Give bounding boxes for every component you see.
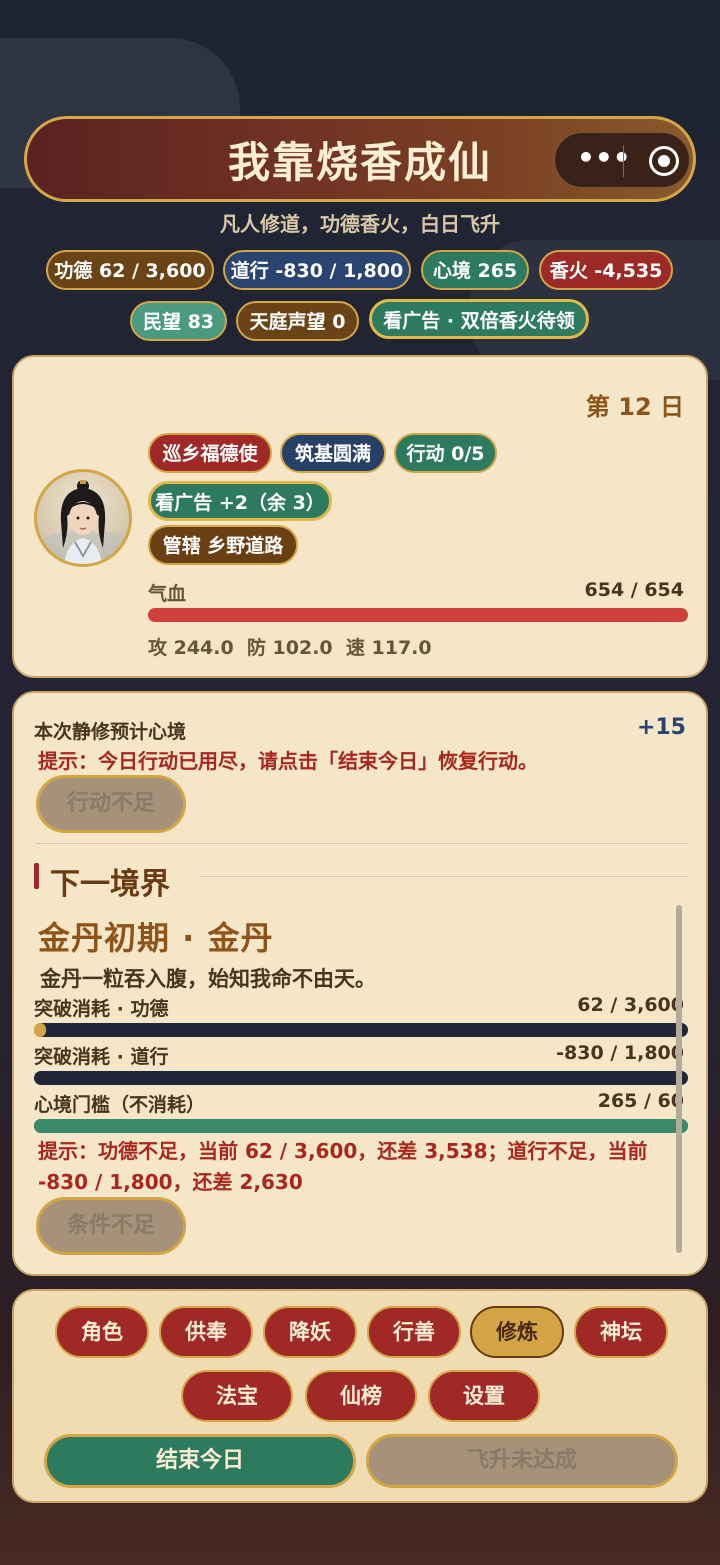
hp-bar-track (148, 608, 688, 622)
domain-tag: 管辖 乡野道路 (148, 525, 298, 565)
breakthrough-hint: 提示：功德不足，当前 62 / 3,600，还差 3,538；道行不足，当前 -… (38, 1139, 648, 1194)
ad-extra-action-button[interactable]: 看广告 +2（余 3） (148, 481, 332, 521)
ascend-button[interactable]: 飞升未达成 (366, 1434, 678, 1488)
nav-ranking-button[interactable]: 仙榜 (305, 1370, 417, 1422)
close-target-icon[interactable] (649, 146, 679, 176)
nav-demon-button[interactable]: 降妖 (263, 1306, 357, 1358)
ad-double-incense-button[interactable]: 看广告 · 双倍香火待领 (369, 299, 589, 339)
combat-attributes: 攻 244.0 防 102.0 速 117.0 (148, 637, 432, 659)
title-tag: 巡乡福德使 (148, 433, 272, 473)
dao-cost-value: -830 / 1,800 (556, 1042, 684, 1064)
divider (36, 843, 688, 844)
avatar-portrait (37, 480, 129, 564)
bottom-nav-panel: 角色 供奉 降妖 行善 修炼 神坛 法宝 仙榜 设置 结束今日 飞升未达成 (12, 1289, 708, 1503)
day-counter: 第 12 日 (585, 393, 684, 421)
character-card: 第 12 日 巡乡福德使 筑基圆满 行动 0/5 看广告 +2（余 3） 管辖 … (12, 355, 708, 678)
end-day-button[interactable]: 结束今日 (44, 1434, 356, 1488)
avatar[interactable] (34, 469, 132, 567)
nav-altar-button[interactable]: 神坛 (574, 1306, 668, 1358)
preview-label: 本次静修预计心境 (34, 721, 187, 743)
dao-cost-label: 突破消耗 · 道行 (34, 1046, 169, 1068)
mind-threshold-bar (34, 1119, 688, 1133)
merit-stat: 功德 62 / 3,600 (46, 250, 214, 290)
section-title-line (200, 876, 688, 877)
merit-cost-value: 62 / 3,600 (577, 994, 684, 1016)
hp-value: 654 / 654 (584, 579, 685, 601)
nav-settings-button[interactable]: 设置 (428, 1370, 540, 1422)
section-title: 下一境界 (50, 867, 170, 902)
incense-stat: 香火 -4,535 (539, 250, 673, 290)
mind-threshold-fill (34, 1119, 688, 1133)
realm-tag: 筑基圆满 (280, 433, 386, 473)
mind-stat: 心境 265 (421, 250, 529, 290)
dao-stat: 道行 -830 / 1,800 (223, 250, 411, 290)
dao-cost-bar (34, 1071, 688, 1085)
realm-quote: 金丹一粒吞入腹，始知我命不由天。 (40, 967, 376, 991)
preview-value: +15 (636, 715, 686, 740)
merit-cost-bar (34, 1023, 688, 1037)
hp-bar-fill (148, 608, 688, 622)
app-subtitle: 凡人修道，功德香火，白日飞升 (220, 212, 500, 236)
heaven-stat: 天庭声望 0 (236, 301, 359, 341)
merit-cost-label: 突破消耗 · 功德 (34, 998, 169, 1020)
cultivation-card: 本次静修预计心境 +15 提示：今日行动已用尽，请点击「结束今日」恢复行动。 行… (12, 691, 708, 1276)
section-marker (34, 863, 39, 889)
hp-label: 气血 (148, 583, 187, 605)
nav-offering-button[interactable]: 供奉 (159, 1306, 253, 1358)
nav-charity-button[interactable]: 行善 (367, 1306, 461, 1358)
mind-threshold-label: 心境门槛（不消耗） (34, 1094, 206, 1116)
nav-cultivate-button[interactable]: 修炼 (470, 1306, 564, 1358)
scrollbar[interactable] (676, 905, 682, 1253)
mini-program-capsule: ••• (554, 132, 690, 188)
action-hint: 提示：今日行动已用尽，请点击「结束今日」恢复行动。 (38, 749, 538, 773)
next-realm-name: 金丹初期 · 金丹 (38, 919, 274, 957)
capsule-divider (623, 145, 624, 177)
folk-stat: 民望 83 (130, 301, 227, 341)
action-count-tag: 行动 0/5 (394, 433, 497, 473)
breakthrough-button[interactable]: 条件不足 (36, 1197, 186, 1255)
merit-cost-fill (34, 1023, 46, 1037)
nav-treasure-button[interactable]: 法宝 (181, 1370, 293, 1422)
nav-character-button[interactable]: 角色 (55, 1306, 149, 1358)
mind-threshold-value: 265 / 60 (597, 1090, 684, 1112)
meditate-button[interactable]: 行动不足 (36, 775, 186, 833)
